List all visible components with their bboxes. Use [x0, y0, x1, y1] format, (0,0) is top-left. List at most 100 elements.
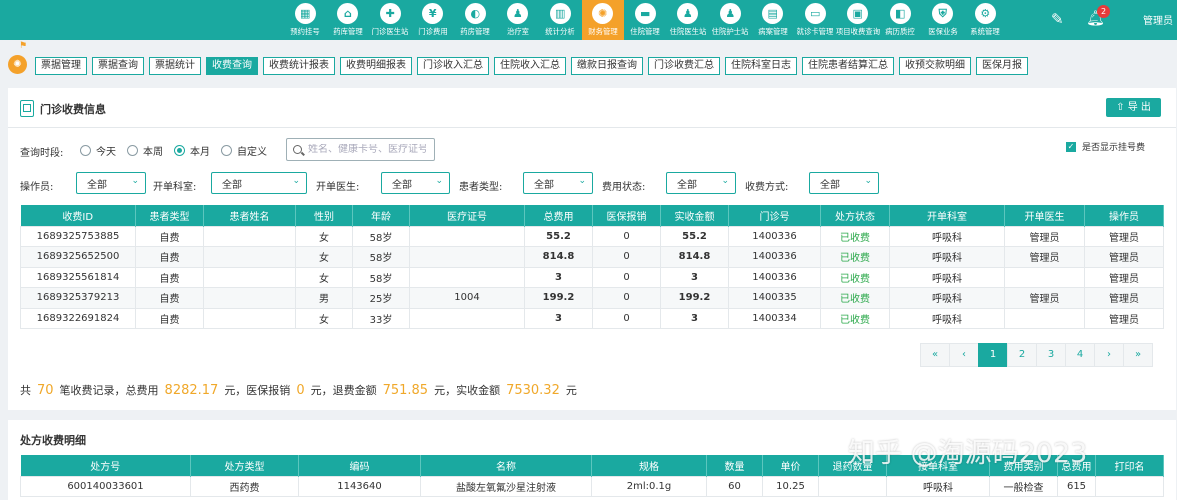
table-row[interactable]: 1689325561814 自费女 58岁 3 0 3 1400336 已收费 呼吸科 管理员	[20, 266, 1164, 288]
column-header[interactable]: 接单科室	[886, 455, 990, 476]
column-header[interactable]: 单价	[762, 455, 819, 476]
column-header[interactable]: 操作员	[1084, 205, 1164, 226]
column-header[interactable]: 患者类型	[135, 205, 204, 226]
column-header[interactable]: 数量	[706, 455, 763, 476]
nav-item[interactable]: ✚ 门诊医生站	[369, 0, 412, 40]
column-header[interactable]: 费用类别	[989, 455, 1058, 476]
tab[interactable]: 收费统计报表	[263, 57, 335, 75]
column-header[interactable]: 总费用	[1057, 455, 1096, 476]
column-header[interactable]: 门诊号	[728, 205, 821, 226]
nav-item[interactable]: ▬ 住院管理	[624, 0, 667, 40]
tab[interactable]: 缴款日报查询	[571, 57, 643, 75]
column-header[interactable]: 医疗证号	[409, 205, 525, 226]
period-month-radio[interactable]: 本月	[174, 143, 210, 158]
column-header[interactable]: 实收金额	[660, 205, 729, 226]
home-icon[interactable]: ✺	[8, 55, 27, 74]
export-button[interactable]: ⇧ 导 出	[1106, 98, 1161, 117]
patient-type-select[interactable]: 全部 ⌄	[523, 172, 593, 194]
nav-item[interactable]: ¥ 门诊费用	[412, 0, 455, 40]
refund-amount: 751.85	[382, 383, 429, 398]
chevron-down-icon: ⌄	[721, 176, 729, 186]
nav-item[interactable]: ▦ 预约挂号	[284, 0, 327, 40]
user-name[interactable]: 管理员	[1143, 12, 1173, 27]
tab[interactable]: 收费查询	[206, 57, 258, 75]
summary-text: 元，实收金额	[434, 384, 501, 397]
nav-item[interactable]: ⚙ 系统管理	[964, 0, 1007, 40]
operator-select[interactable]: 全部 ⌄	[76, 172, 146, 194]
period-custom-radio[interactable]: 自定义	[221, 143, 267, 158]
show-reg-fee-checkbox[interactable]: ✓ 是否显示挂号费	[1066, 140, 1145, 153]
page-button[interactable]: «	[920, 343, 950, 367]
nav-item[interactable]: ▭ 就诊卡管理	[794, 0, 837, 40]
nav-item[interactable]: ✺ 财务管理	[581, 0, 624, 40]
nav-item[interactable]: ▤ 病案管理	[752, 0, 795, 40]
nav-label: 预约挂号	[290, 27, 320, 36]
column-header[interactable]: 打印名	[1095, 455, 1164, 476]
column-header[interactable]: 患者姓名	[203, 205, 296, 226]
dept-select[interactable]: 全部 ⌄	[211, 172, 307, 194]
table-cell	[409, 266, 525, 288]
column-header[interactable]: 处方状态	[820, 205, 890, 226]
chart-icon: ▥	[549, 3, 571, 24]
doctor-select[interactable]: 全部 ⌄	[381, 172, 450, 194]
nav-item[interactable]: ◐ 药房管理	[454, 0, 497, 40]
column-header[interactable]: 处方号	[20, 455, 191, 476]
nav-item[interactable]: ⛨ 医保业务	[922, 0, 965, 40]
page-button[interactable]: 2	[1007, 343, 1037, 367]
column-header[interactable]: 开单科室	[889, 205, 1005, 226]
period-week-radio[interactable]: 本周	[127, 143, 163, 158]
nav-item[interactable]: ♟ 治疗室	[497, 0, 540, 40]
edit-icon[interactable]: ✎	[1051, 10, 1064, 28]
column-header[interactable]: 性别	[295, 205, 353, 226]
table-cell	[409, 246, 525, 268]
table-row[interactable]: 600140033601 西药费 1143640 盐酸左氧氟沙星注射液 2ml:0.1g…	[20, 475, 1164, 497]
nav-item[interactable]: ♟ 住院护士站	[709, 0, 752, 40]
pagination: «‹ 1 2 3 4 ›»	[920, 343, 1153, 367]
column-header[interactable]: 总费用	[524, 205, 593, 226]
nav-item[interactable]: ⌂ 药库管理	[327, 0, 370, 40]
radio-label: 本月	[190, 147, 210, 158]
table-row[interactable]: 1689322691824 自费女 33岁 3 0 3 1400334 已收费 呼吸科 管理员	[20, 307, 1164, 329]
tab[interactable]: 票据管理	[35, 57, 87, 75]
fee-status-select[interactable]: 全部 ⌄	[666, 172, 736, 194]
page-button[interactable]: ›	[1094, 343, 1124, 367]
column-header[interactable]: 名称	[420, 455, 592, 476]
period-today-radio[interactable]: 今天	[80, 143, 116, 158]
table-row[interactable]: 1689325379213 自费男 25岁 1004 199.2 0 199.2 140033…	[20, 287, 1164, 309]
tab[interactable]: 票据查询	[92, 57, 144, 75]
nav-item[interactable]: ▣ 项目收费查询	[836, 0, 880, 40]
tab[interactable]: 住院患者结算汇总	[802, 57, 894, 75]
table-cell: 1689325753885	[20, 225, 136, 247]
pay-method-select[interactable]: 全部 ⌄	[809, 172, 879, 194]
table-row[interactable]: 1689325753885 自费女 58岁 55.2 0 55.2 1400336 已收费 呼吸…	[20, 225, 1164, 247]
column-header[interactable]: 规格	[591, 455, 707, 476]
page-button[interactable]: 3	[1036, 343, 1066, 367]
page-button[interactable]: ‹	[949, 343, 979, 367]
tab[interactable]: 门诊收费汇总	[648, 57, 720, 75]
tab[interactable]: 票据统计	[149, 57, 201, 75]
table-row[interactable]: 1689325652500 自费女 58岁 814.8 0 814.8 1400336 已收费…	[20, 246, 1164, 268]
nav-item[interactable]: ▥ 统计分析	[539, 0, 582, 40]
column-header[interactable]: 开单医生	[1004, 205, 1085, 226]
column-header[interactable]: 处方类型	[190, 455, 299, 476]
nav-item[interactable]: ◧ 病历质控	[879, 0, 922, 40]
tab[interactable]: 医保月报	[976, 57, 1028, 75]
search-input[interactable]	[308, 144, 426, 155]
tab[interactable]: 门诊收入汇总	[417, 57, 489, 75]
page-button[interactable]: 1	[978, 343, 1008, 367]
table-cell	[1004, 266, 1085, 288]
column-header[interactable]: 收费ID	[20, 205, 136, 226]
card-icon: ▭	[804, 3, 826, 24]
nav-item[interactable]: ♟ 住院医生站	[667, 0, 710, 40]
page-button[interactable]: »	[1123, 343, 1153, 367]
page-button[interactable]: 4	[1065, 343, 1095, 367]
column-header[interactable]: 退药数量	[818, 455, 887, 476]
column-header[interactable]: 编码	[298, 455, 421, 476]
column-header[interactable]: 医保报销	[592, 205, 661, 226]
tab[interactable]: 住院收入汇总	[494, 57, 566, 75]
tab[interactable]: 收预交款明细	[899, 57, 971, 75]
tab[interactable]: 住院科室日志	[725, 57, 797, 75]
table-cell: 1400334	[728, 307, 821, 329]
column-header[interactable]: 年龄	[352, 205, 410, 226]
tab[interactable]: 收费明细报表	[340, 57, 412, 75]
